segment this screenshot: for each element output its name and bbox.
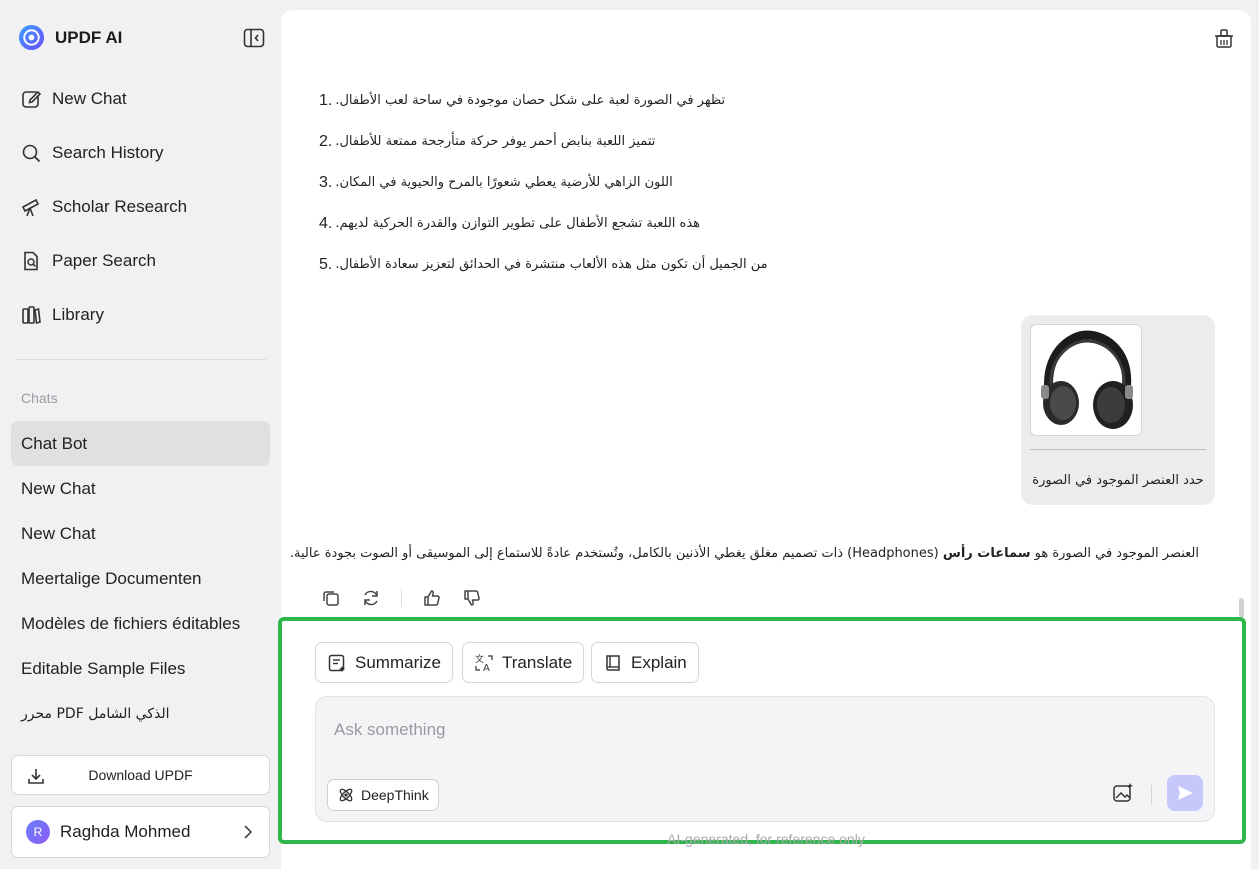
- translate-label: Translate: [502, 652, 573, 672]
- nav-scholar-research[interactable]: Scholar Research: [20, 187, 270, 227]
- chat-item[interactable]: Editable Sample Files: [11, 646, 270, 691]
- list-item: 3. اللون الزاهي للأرضية يعطي شعورًا بالمر…: [319, 173, 673, 191]
- sidebar-divider: [15, 359, 266, 360]
- reply-bold-term: سماعات رأس: [942, 546, 1031, 561]
- atom-icon: [339, 788, 353, 802]
- ask-input[interactable]: [334, 717, 1134, 743]
- clear-chat-icon[interactable]: [1212, 26, 1236, 50]
- svg-text:A: A: [483, 663, 490, 673]
- user-message-bubble: حدد العنصر الموجود في الصورة: [1021, 315, 1215, 505]
- nav-paper-search[interactable]: Paper Search: [20, 241, 270, 281]
- chat-item[interactable]: Modèles de fichiers éditables: [11, 601, 270, 646]
- list-item: 4. هذه اللعبة تشجع الأطفال على تطوير التو…: [319, 214, 701, 232]
- user-name: Raghda Mohmed: [60, 822, 191, 841]
- chevron-right-icon: [244, 825, 253, 839]
- chat-item[interactable]: New Chat: [11, 511, 270, 556]
- chat-item[interactable]: Meertalige Documenten: [11, 556, 270, 601]
- avatar: R: [26, 820, 50, 844]
- nav-new-chat[interactable]: New Chat: [20, 79, 270, 119]
- ai-disclaimer: AI-generated, for reference only: [667, 831, 865, 847]
- summarize-label: Summarize: [355, 652, 441, 672]
- nav-label: Scholar Research: [52, 197, 188, 216]
- translate-icon: 文A: [475, 653, 493, 673]
- regenerate-icon[interactable]: [361, 588, 381, 608]
- search-icon: [22, 144, 41, 163]
- user-message-text: حدد العنصر الموجود في الصورة: [1032, 473, 1204, 488]
- copy-icon[interactable]: [321, 588, 341, 608]
- nav-label: Search History: [52, 143, 164, 162]
- download-icon: [28, 769, 44, 784]
- composer-separator: [1151, 785, 1152, 805]
- chat-item[interactable]: Chat Bot: [11, 421, 270, 466]
- nav-label: Paper Search: [52, 251, 156, 270]
- message-divider: [1030, 449, 1206, 450]
- message-composer: DeepThink: [315, 696, 1215, 822]
- list-item: 1. تظهر في الصورة لعبة على شكل حصان موجود…: [319, 91, 726, 109]
- thumbs-down-icon[interactable]: [462, 588, 482, 608]
- nav-label: Library: [52, 305, 104, 324]
- chat-panel: 1. تظهر في الصورة لعبة على شكل حصان موجود…: [278, 10, 1251, 869]
- ai-answer-list: 1. تظهر في الصورة لعبة على شكل حصان موجود…: [319, 80, 1199, 285]
- chat-item[interactable]: New Chat: [11, 466, 270, 511]
- nav-library[interactable]: Library: [20, 295, 270, 335]
- list-item: 5. من الجميل أن تكون مثل هذه الألعاب منتش…: [319, 255, 768, 273]
- explain-label: Explain: [631, 652, 687, 672]
- reply-actions: [321, 588, 482, 608]
- chats-section-label: Chats: [21, 390, 58, 406]
- summarize-button[interactable]: Summarize: [315, 642, 453, 683]
- image-upload-icon[interactable]: [1111, 781, 1135, 805]
- send-icon: [1178, 786, 1193, 800]
- explain-button[interactable]: Explain: [591, 642, 699, 683]
- telescope-icon: [21, 198, 40, 217]
- deepthink-toggle[interactable]: DeepThink: [327, 779, 439, 811]
- download-label: Download UPDF: [88, 767, 193, 783]
- ai-reply: العنصر الموجود في الصورة هو سماعات رأس (…: [289, 546, 1199, 561]
- chat-item[interactable]: محرر PDF الذكي الشامل: [11, 691, 270, 736]
- send-button[interactable]: [1167, 775, 1203, 811]
- nav-label: New Chat: [52, 89, 127, 108]
- user-profile[interactable]: R Raghda Mohmed: [11, 806, 270, 858]
- library-icon: [22, 306, 41, 325]
- updf-logo-icon: [18, 24, 45, 51]
- list-item: 2. تتميز اللعبة بنابض أحمر يوفر حركة متأر…: [319, 132, 656, 150]
- brand-name: UPDF AI: [55, 27, 123, 47]
- book-icon: [606, 654, 620, 671]
- nav-search-history[interactable]: Search History: [20, 133, 270, 173]
- headphones-picture: [1041, 330, 1133, 429]
- action-separator: [401, 589, 402, 607]
- download-updf-button[interactable]: Download UPDF: [11, 755, 270, 795]
- edit-icon: [22, 90, 42, 108]
- scrollbar-thumb[interactable]: [1239, 598, 1244, 618]
- brand: UPDF AI: [18, 24, 122, 51]
- deepthink-label: DeepThink: [361, 787, 429, 803]
- summarize-icon: [328, 654, 345, 672]
- sidebar: UPDF AI New Chat Search History Scholar …: [0, 0, 281, 869]
- thumbs-up-icon[interactable]: [422, 588, 442, 608]
- headphones-image[interactable]: [1030, 324, 1142, 436]
- document-search-icon: [24, 251, 38, 271]
- translate-button[interactable]: 文A Translate: [462, 642, 585, 683]
- collapse-sidebar-icon[interactable]: [243, 28, 265, 48]
